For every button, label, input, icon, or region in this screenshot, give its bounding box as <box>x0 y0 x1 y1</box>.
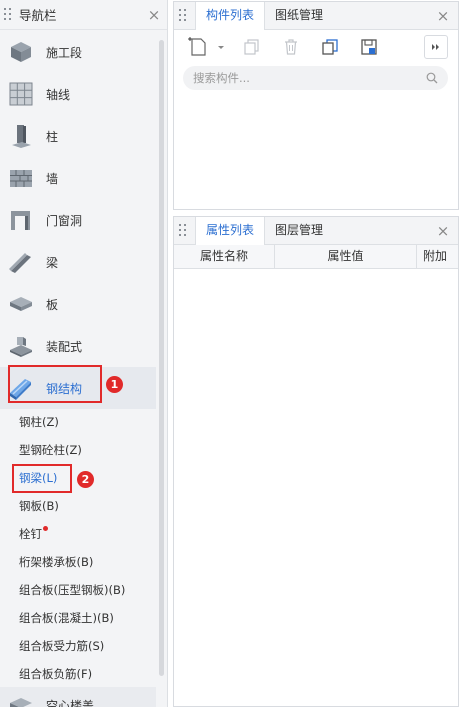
column-icon <box>12 125 31 148</box>
close-icon[interactable]: × <box>436 224 450 239</box>
steel-structure-sub-list: 钢柱(Z) 型钢砼柱(Z) 钢梁(L) 钢板(B) 栓钉 桁架楼承板(B) 组合… <box>0 408 156 688</box>
construction-section-icon <box>11 42 31 62</box>
sub-item-stud-label: 栓钉 <box>19 527 42 541</box>
new-indicator-dot <box>43 526 48 531</box>
property-panel-tabbar: 属性列表 图层管理 × <box>174 217 458 245</box>
navigation-panel-title: 导航栏 <box>19 8 57 23</box>
sub-item-composite-deck-steel[interactable]: 组合板(压型钢板)(B) <box>0 576 156 604</box>
close-icon[interactable]: × <box>147 8 161 23</box>
wall-icon <box>10 170 32 187</box>
column-header-property-name[interactable]: 属性名称 <box>174 245 275 268</box>
hollow-floor-icon <box>10 698 32 707</box>
search-icon[interactable] <box>426 72 438 84</box>
annotation-badge-2: 2 <box>77 471 94 488</box>
sub-item-steel-plate[interactable]: 钢板(B) <box>0 492 156 520</box>
annotation-badge-1: 1 <box>106 376 123 393</box>
save-template-button[interactable] <box>354 35 384 59</box>
tab-property-list[interactable]: 属性列表 <box>195 217 266 245</box>
nav-item-slab[interactable]: 板 <box>0 283 156 325</box>
annotation-box-steel-beam <box>12 464 72 493</box>
sub-item-stud[interactable]: 栓钉 <box>0 520 156 548</box>
new-component-button[interactable] <box>184 35 228 59</box>
close-icon[interactable]: × <box>436 9 450 24</box>
column-header-extra[interactable]: 附加 <box>417 245 458 268</box>
sub-item-composite-neg-rebar[interactable]: 组合板负筋(F) <box>0 660 156 688</box>
sub-item-composite-deck-concrete[interactable]: 组合板(混凝土)(B) <box>0 604 156 632</box>
property-list-panel: 属性列表 图层管理 × 属性名称 属性值 附加 <box>173 216 459 707</box>
drag-handle-icon[interactable] <box>4 7 12 22</box>
tab-component-list[interactable]: 构件列表 <box>195 2 266 30</box>
double-chevron-right-icon <box>432 44 439 50</box>
grid-axis-icon <box>9 82 33 106</box>
nav-item-grid-axis[interactable]: 轴线 <box>0 73 156 115</box>
copy-component-button[interactable] <box>237 35 267 59</box>
more-actions-button[interactable] <box>424 35 448 59</box>
tab-drawing-management[interactable]: 图纸管理 <box>265 2 333 29</box>
beam-icon <box>9 253 31 273</box>
prefab-icon <box>10 337 32 357</box>
new-component-icon <box>188 37 224 56</box>
component-panel-tabbar: 构件列表 图纸管理 × <box>174 2 458 30</box>
nav-item-beam[interactable]: 梁 <box>0 241 156 283</box>
property-table-header: 属性名称 属性值 附加 <box>174 245 458 269</box>
column-header-property-value[interactable]: 属性值 <box>275 245 417 268</box>
sub-item-composite-main-rebar[interactable]: 组合板受力筋(S) <box>0 632 156 660</box>
component-toolbar <box>174 30 458 64</box>
nav-item-hollow-floor[interactable]: 空心楼盖 <box>0 687 156 707</box>
annotation-box-steel-structure <box>8 365 102 403</box>
sub-item-steel-column[interactable]: 钢柱(Z) <box>0 408 156 436</box>
delete-component-button[interactable] <box>276 35 306 59</box>
nav-item-door-window[interactable]: 门窗洞 <box>0 199 156 241</box>
layer-copy-icon <box>322 39 338 55</box>
nav-item-construction-section[interactable]: 施工段 <box>0 31 156 73</box>
layer-copy-button[interactable] <box>315 35 345 59</box>
save-template-icon <box>361 39 377 55</box>
door-window-icon <box>11 211 30 230</box>
drag-handle-icon[interactable] <box>179 224 187 238</box>
delete-icon <box>285 39 297 55</box>
nav-scrollbar[interactable] <box>159 40 164 676</box>
component-search-input[interactable] <box>193 71 426 85</box>
component-list-panel: 构件列表 图纸管理 × <box>173 1 459 210</box>
tab-layer-management[interactable]: 图层管理 <box>265 217 333 244</box>
copy-icon <box>244 39 259 55</box>
category-list: 施工段 轴线 柱 墙 门窗洞 梁 板 装配式 钢结构 <box>0 31 156 409</box>
sub-item-truss-deck[interactable]: 桁架楼承板(B) <box>0 548 156 576</box>
navigation-panel: 导航栏 × 施工段 轴线 柱 墙 门窗洞 梁 板 装配式 钢结构 钢柱(Z) 型… <box>0 0 168 707</box>
navigation-panel-header: 导航栏 <box>0 0 167 30</box>
nav-item-prefab[interactable]: 装配式 <box>0 325 156 367</box>
nav-item-column[interactable]: 柱 <box>0 115 156 157</box>
component-search-box <box>183 66 448 90</box>
slab-icon <box>10 297 32 311</box>
nav-item-wall[interactable]: 墙 <box>0 157 156 199</box>
sub-item-src-column[interactable]: 型钢砼柱(Z) <box>0 436 156 464</box>
drag-handle-icon[interactable] <box>179 9 187 23</box>
